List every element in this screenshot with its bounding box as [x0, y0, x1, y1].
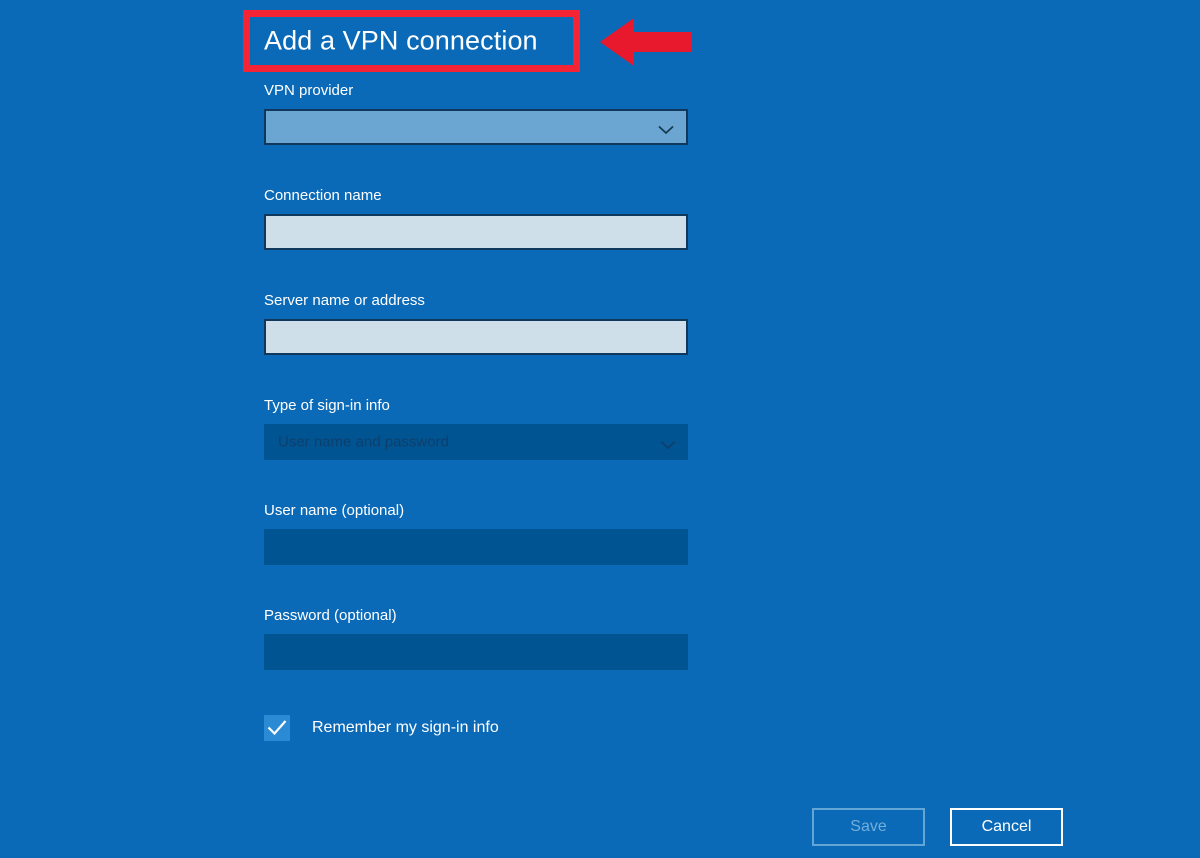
label-signin-type: Type of sign-in info: [264, 397, 390, 414]
vpn-provider-dropdown[interactable]: [264, 109, 688, 145]
red-arrow-icon: [600, 16, 692, 68]
remember-signin-label: Remember my sign-in info: [312, 719, 499, 736]
save-button[interactable]: Save: [812, 808, 925, 846]
label-user-name: User name (optional): [264, 502, 405, 519]
server-name-input[interactable]: [264, 319, 688, 355]
title-highlight-box: Add a VPN connection: [243, 10, 580, 72]
chevron-down-icon: [660, 437, 676, 450]
password-input: [264, 634, 688, 670]
remember-signin-checkbox[interactable]: [264, 715, 290, 741]
vpn-settings-page: Add a VPN connection VPN provider Connec…: [0, 0, 1200, 858]
signin-type-dropdown: User name and password: [264, 424, 688, 460]
checkmark-icon: [267, 720, 287, 736]
label-vpn-provider: VPN provider: [264, 82, 354, 99]
connection-name-input[interactable]: [264, 214, 688, 250]
chevron-down-icon: [658, 122, 674, 135]
cancel-button[interactable]: Cancel: [950, 808, 1063, 846]
label-password: Password (optional): [264, 607, 397, 624]
page-title: Add a VPN connection: [264, 25, 538, 56]
remember-signin-row[interactable]: Remember my sign-in info: [264, 714, 499, 742]
label-connection-name: Connection name: [264, 187, 382, 204]
label-server-name: Server name or address: [264, 292, 425, 309]
signin-type-value: User name and password: [278, 433, 449, 451]
user-name-input: [264, 529, 688, 565]
